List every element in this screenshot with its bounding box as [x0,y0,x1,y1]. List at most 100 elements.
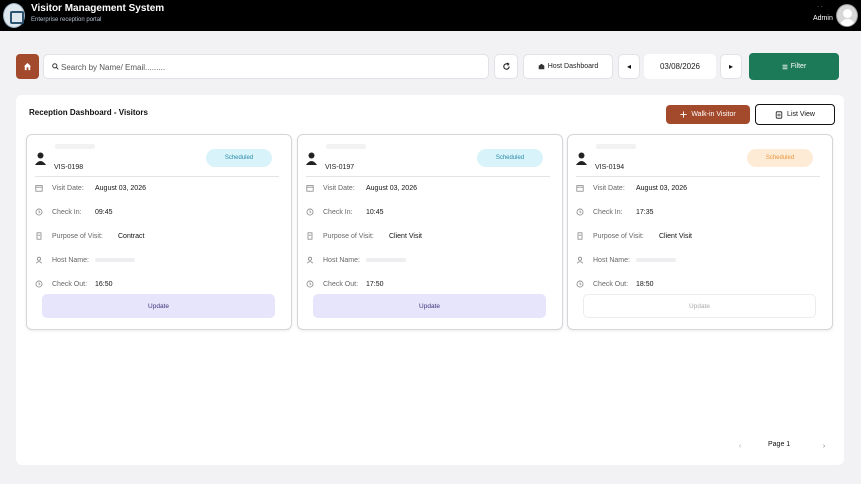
check-out-value: 18:50 [636,280,654,288]
visitor-id: VIS-0194 [595,164,625,171]
chevron-left-icon: ◂ [626,62,631,71]
divider [576,176,820,177]
purpose-value: Client Visit [659,232,692,240]
visitor-name-redacted [596,144,636,149]
user-icon [35,256,43,264]
walk-in-visitor-button[interactable]: Walk-in Visitor [666,105,750,124]
person-icon [306,152,317,165]
home-button[interactable] [16,54,39,79]
list-view-label: List View [787,111,815,118]
update-button[interactable]: Update [313,294,546,318]
list-view-button[interactable]: List View [755,104,835,125]
purpose-label: Purpose of Visit: [52,232,103,240]
clock-icon [306,208,314,216]
prev-page-button[interactable]: ‹ [729,436,751,456]
chevron-right-icon: ▸ [728,62,733,71]
check-out-label: Check Out: [52,280,88,288]
filter-button[interactable]: Filter [749,53,839,80]
next-date-button[interactable]: ▸ [720,54,742,79]
check-out-row: Check Out: 18:50 [576,279,826,289]
check-in-row: Check In: 09:45 [35,207,285,217]
panel-title: Reception Dashboard - Visitors [29,108,148,117]
app-title: Visitor Management System [31,3,165,14]
visitor-card[interactable]: VIS-0197 Scheduled Visit Date: August 03, 2… [297,134,563,330]
user-icon [576,256,584,264]
host-name-redacted [636,258,676,262]
host-name-redacted [95,258,135,262]
purpose-value: Client Visit [389,232,422,240]
clock-icon [306,280,314,288]
filter-icon [782,64,788,69]
search-input[interactable] [61,60,481,74]
person-icon [35,152,46,165]
user-status-icon: · · [817,4,823,10]
visit-date-label: Visit Date: [593,184,625,192]
update-button[interactable]: Update [42,294,275,318]
check-in-row: Check In: 17:35 [576,207,826,217]
host-dashboard-label: Host Dashboard [547,63,599,70]
clock-icon [576,280,584,288]
check-in-label: Check In: [593,208,623,216]
document-icon [307,232,313,240]
building-icon [538,63,545,70]
visit-date-value: August 03, 2026 [366,184,417,192]
visitors-panel: Reception Dashboard - Visitors Walk-in V… [16,95,844,465]
visitor-card[interactable]: VIS-0194 Scheduled Visit Date: August 03, 2… [567,134,833,330]
status-badge: Scheduled [747,149,813,167]
purpose-row: Purpose of Visit: Contract [35,231,285,241]
calendar-icon [35,185,43,192]
clock-icon [35,280,43,288]
purpose-row: Purpose of Visit: Client Visit [576,231,826,241]
next-page-button[interactable]: › [813,436,835,456]
host-name-label: Host Name: [593,256,630,264]
person-icon [576,152,587,165]
check-out-row: Check Out: 16:50 [35,279,285,289]
visitor-id: VIS-0197 [325,164,355,171]
visit-date-label: Visit Date: [323,184,355,192]
status-badge: Scheduled [477,149,543,167]
plus-icon [680,111,687,118]
visitor-name-redacted [55,144,95,149]
clock-icon [576,208,584,216]
calendar-icon [306,185,314,192]
host-name-row: Host Name: [35,255,285,265]
host-name-redacted [366,258,406,262]
check-out-value: 16:50 [95,280,113,288]
check-in-value: 09:45 [95,208,113,216]
user-avatar[interactable] [836,4,858,27]
calendar-icon [576,185,584,192]
list-icon [775,110,783,119]
date-picker[interactable]: 03/08/2026 [644,54,716,79]
check-in-row: Check In: 10:45 [306,207,556,217]
purpose-label: Purpose of Visit: [593,232,644,240]
visit-date-row: Visit Date: August 03, 2026 [306,183,556,193]
purpose-value: Contract [118,232,145,240]
visitor-card[interactable]: VIS-0198 Scheduled Visit Date: August 03, 2… [26,134,292,330]
host-name-row: Host Name: [576,255,826,265]
refresh-button[interactable] [494,54,518,79]
user-name[interactable]: Admin [813,15,833,22]
check-out-row: Check Out: 17:50 [306,279,556,289]
divider [306,176,550,177]
prev-date-button[interactable]: ◂ [618,54,640,79]
host-name-label: Host Name: [323,256,360,264]
visit-date-label: Visit Date: [52,184,84,192]
divider [35,176,279,177]
update-button[interactable]: Update [583,294,816,318]
filter-label: Filter [790,63,807,70]
search-bar[interactable] [43,54,489,79]
app-logo [3,3,25,28]
home-icon [23,62,32,71]
clock-icon [35,208,43,216]
search-icon [52,63,59,70]
walk-in-label: Walk-in Visitor [691,111,736,118]
host-dashboard-button[interactable]: Host Dashboard [523,54,613,79]
visitor-name-redacted [326,144,366,149]
check-in-label: Check In: [323,208,353,216]
user-icon [306,256,314,264]
host-name-label: Host Name: [52,256,89,264]
host-name-row: Host Name: [306,255,556,265]
visit-date-value: August 03, 2026 [95,184,146,192]
visit-date-value: August 03, 2026 [636,184,687,192]
document-icon [36,232,42,240]
